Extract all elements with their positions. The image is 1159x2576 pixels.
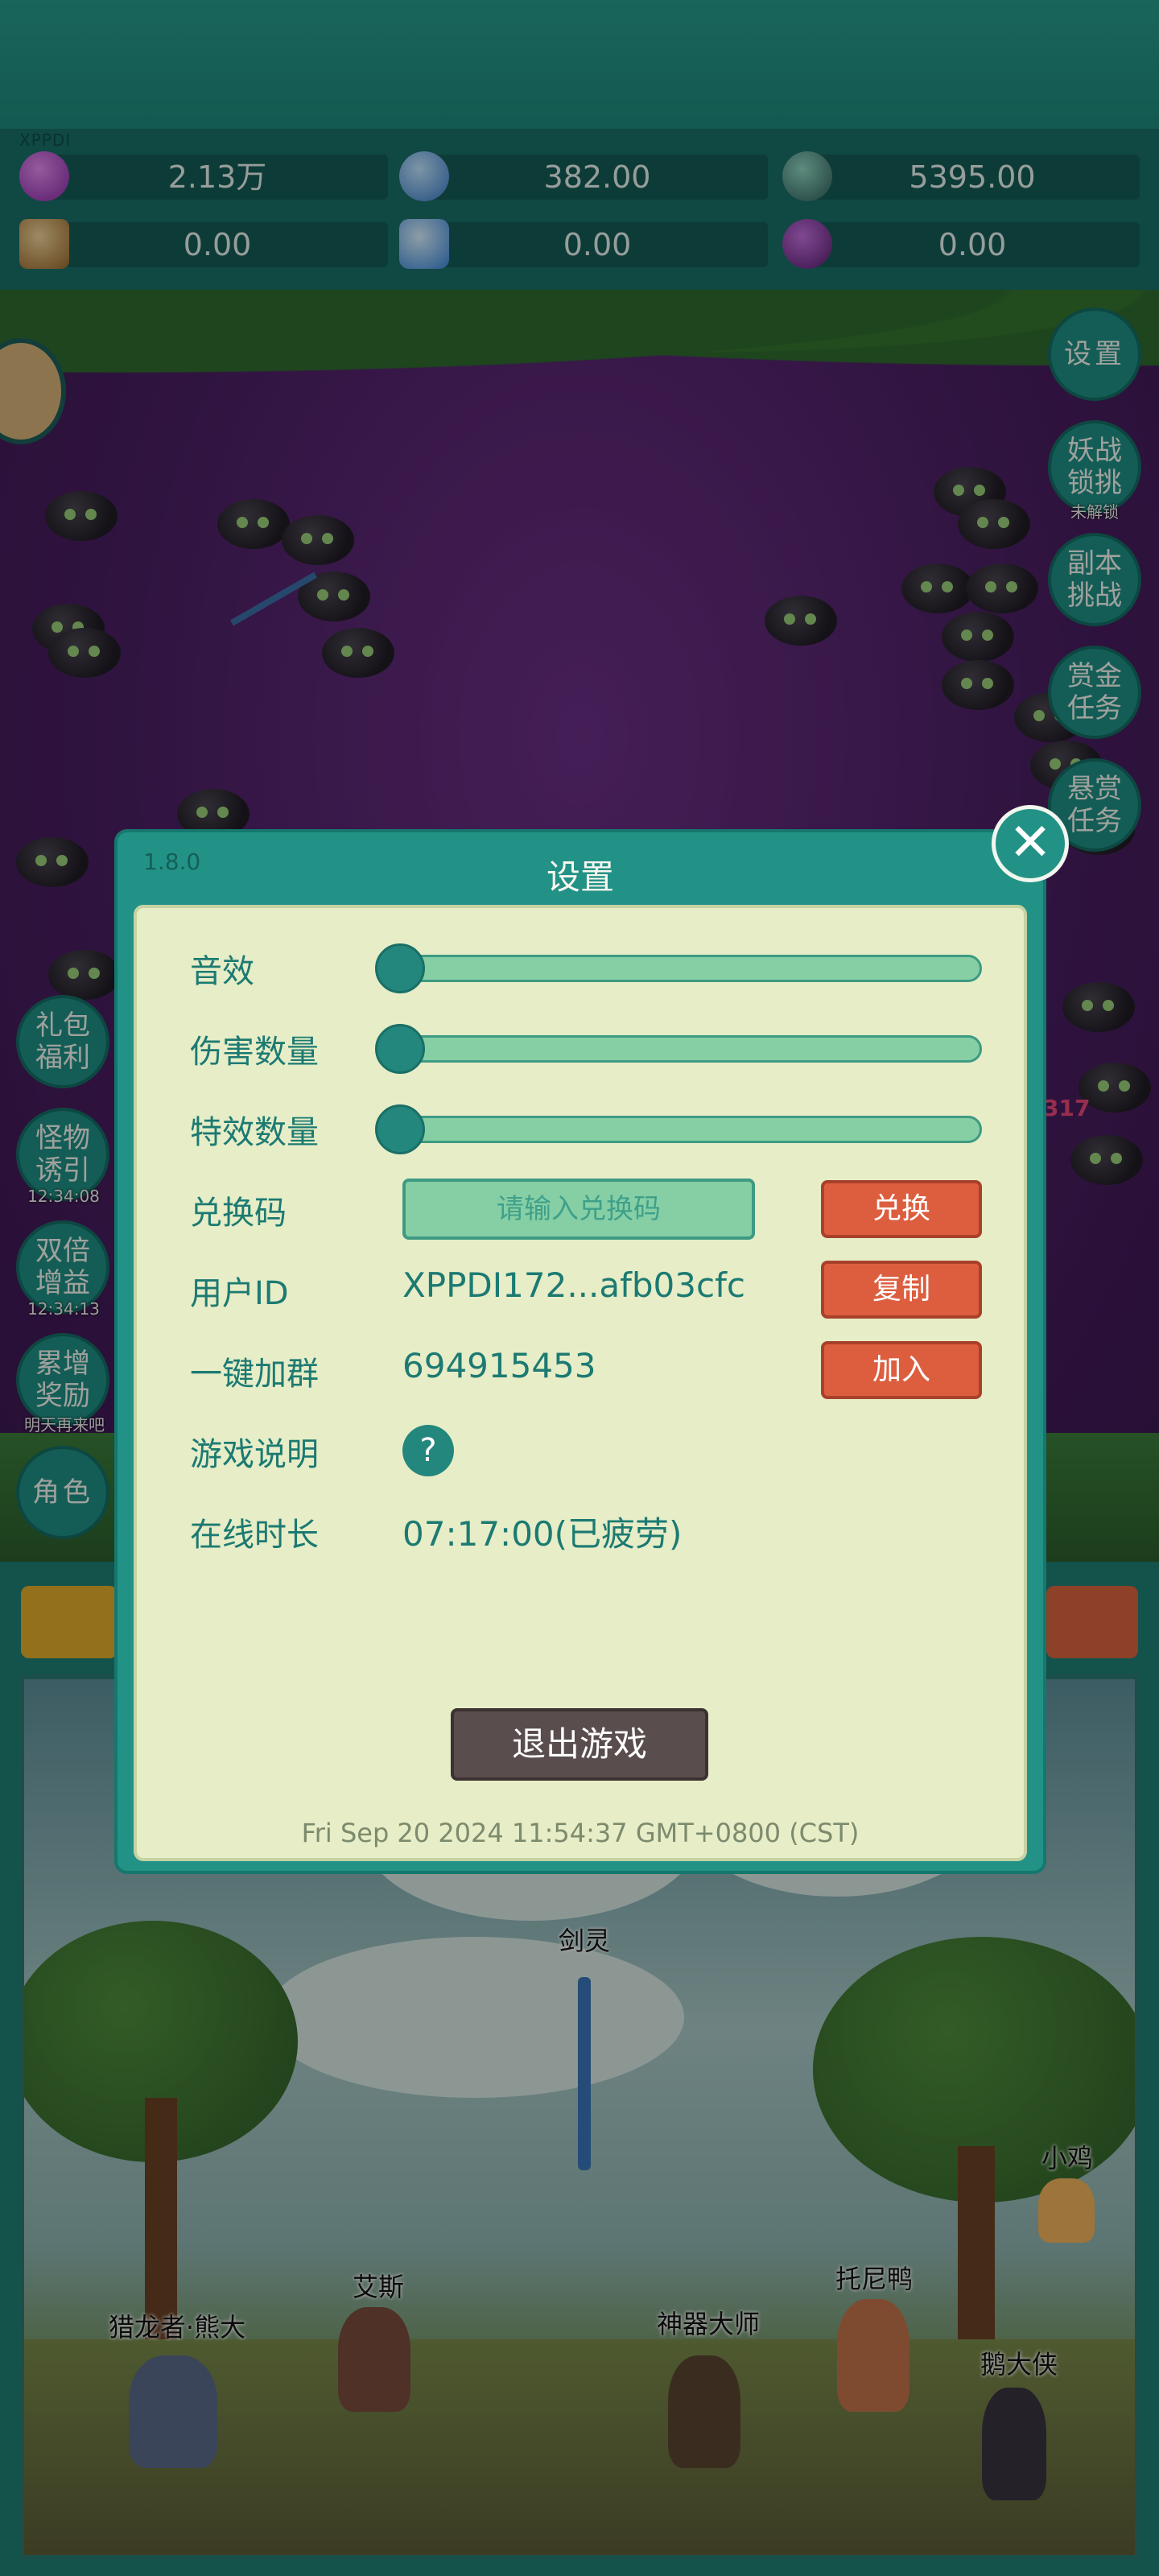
redeem-label: 兑换码 xyxy=(190,1195,287,1232)
dialog-title: 设置 xyxy=(546,857,614,897)
close-icon: ✕ xyxy=(1008,813,1052,873)
redeem-button[interactable]: 兑换 xyxy=(821,1180,982,1238)
online-time-label: 在线时长 xyxy=(190,1517,319,1554)
redeem-code-input[interactable] xyxy=(402,1179,755,1240)
group-label: 一键加群 xyxy=(190,1356,319,1393)
damage-count-label: 伤害数量 xyxy=(190,1034,319,1071)
effect-count-label: 特效数量 xyxy=(190,1114,319,1151)
exit-game-button[interactable]: 退出游戏 xyxy=(451,1708,708,1781)
help-icon[interactable]: ? xyxy=(402,1425,454,1476)
damage-count-slider[interactable] xyxy=(386,1035,982,1063)
guide-label: 游戏说明 xyxy=(190,1436,319,1473)
user-id-value: XPPDI172...afb03cfc xyxy=(402,1265,745,1305)
effect-count-slider[interactable] xyxy=(386,1116,982,1143)
damage-count-slider-handle[interactable] xyxy=(375,1024,425,1074)
user-id-label: 用户ID xyxy=(190,1275,289,1312)
copy-button[interactable]: 复制 xyxy=(821,1261,982,1319)
sound-label: 音效 xyxy=(190,953,254,990)
join-group-button[interactable]: 加入 xyxy=(821,1341,982,1399)
group-number: 694915453 xyxy=(402,1346,596,1385)
sound-slider[interactable] xyxy=(386,955,982,982)
sound-slider-handle[interactable] xyxy=(375,943,425,993)
close-button[interactable]: ✕ xyxy=(992,805,1069,882)
timestamp: Fri Sep 20 2024 11:54:37 GMT+0800 (CST) xyxy=(301,1818,860,1848)
effect-count-slider-handle[interactable] xyxy=(375,1104,425,1154)
online-time-value: 07:17:00(已疲劳) xyxy=(402,1514,683,1554)
